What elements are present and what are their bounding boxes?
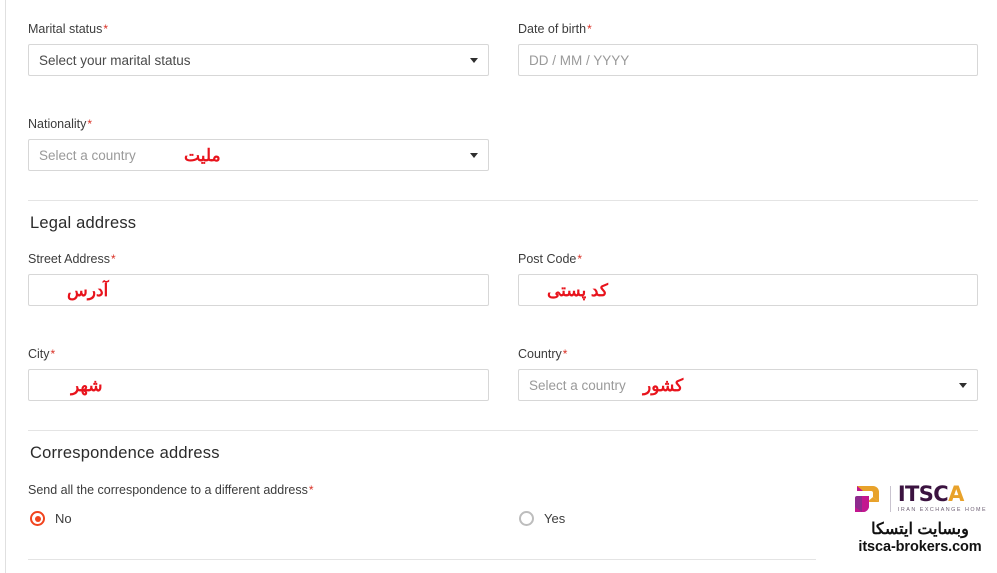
correspondence-question-text: Send all the correspondence to a differe… (28, 483, 308, 497)
itsca-accent-letter: A (948, 481, 964, 506)
street-address-label-text: Street Address (28, 252, 110, 266)
itsca-url: itsca-brokers.com (858, 539, 982, 555)
section-title-correspondence-address: Correspondence address (30, 444, 220, 462)
city-input[interactable]: شهر (28, 369, 489, 401)
country-placeholder: Select a country (529, 378, 626, 393)
post-code-input[interactable]: کد پستی (518, 274, 978, 306)
required-asterisk: * (308, 483, 314, 497)
city-label-text: City (28, 347, 50, 361)
logo-separator (889, 486, 891, 512)
field-date-of-birth: Date of birth* DD / MM / YYYY (518, 22, 978, 76)
marital-status-value: Select your marital status (39, 53, 191, 68)
field-street-address: Street Address* آدرس (28, 252, 489, 306)
country-select[interactable]: Select a country کشور (518, 369, 978, 401)
required-asterisk: * (103, 22, 109, 36)
field-marital-status: Marital status* Select your marital stat… (28, 22, 489, 76)
itsca-wordmark-text: ITSCA (897, 481, 965, 506)
field-country: Country* Select a country کشور (518, 347, 978, 401)
nationality-select[interactable]: Select a country ملیت (28, 139, 489, 171)
panel-left-rule (5, 0, 6, 573)
radio-option-yes[interactable]: Yes (519, 511, 565, 526)
country-label: Country* (518, 347, 978, 362)
itsca-logo-icon (854, 486, 879, 512)
radio-icon-unselected[interactable] (519, 511, 534, 526)
date-of-birth-label: Date of birth* (518, 22, 978, 37)
annotation-city: شهر (71, 376, 103, 395)
correspondence-question: Send all the correspondence to a differe… (28, 483, 314, 497)
itsca-logo-row: ITSCA IRAN EXCHANGE HOME (845, 480, 995, 518)
nationality-placeholder: Select a country (39, 148, 136, 163)
date-of-birth-input[interactable]: DD / MM / YYYY (518, 44, 978, 76)
required-asterisk: * (562, 347, 568, 361)
street-address-input[interactable]: آدرس (28, 274, 489, 306)
field-post-code: Post Code* کد پستی (518, 252, 978, 306)
marital-status-label-text: Marital status (28, 22, 103, 36)
radio-option-no[interactable]: No (30, 511, 72, 526)
chevron-down-icon[interactable] (959, 383, 967, 388)
field-nationality: Nationality* Select a country ملیت (28, 117, 489, 171)
itsca-watermark: ITSCA IRAN EXCHANGE HOME وبسایت ایتسکا i… (845, 480, 995, 556)
itsca-tagline: IRAN EXCHANGE HOME (897, 506, 988, 513)
section-divider-bottom (28, 559, 816, 560)
marital-status-label: Marital status* (28, 22, 489, 37)
annotation-post-code: کد پستی (547, 281, 608, 300)
radio-label-yes: Yes (544, 511, 566, 526)
itsca-wordmark: ITSCA IRAN EXCHANGE HOME (897, 481, 988, 515)
radio-label-no: No (55, 511, 72, 526)
required-asterisk: * (587, 22, 592, 36)
marital-status-select[interactable]: Select your marital status (28, 44, 489, 76)
form-page: Marital status* Select your marital stat… (0, 0, 997, 573)
post-code-label-text: Post Code (518, 252, 577, 266)
section-divider-correspondence-address (28, 430, 978, 431)
itsca-initials: ITSC (897, 481, 949, 506)
itsca-farsi-line: وبسایت ایتسکا (871, 521, 969, 538)
nationality-label-text: Nationality (28, 117, 87, 131)
nationality-label: Nationality* (28, 117, 489, 132)
chevron-down-icon[interactable] (470, 153, 478, 158)
street-address-label: Street Address* (28, 252, 489, 267)
annotation-nationality: ملیت (184, 146, 221, 165)
city-label: City* (28, 347, 489, 362)
chevron-down-icon[interactable] (470, 58, 478, 63)
required-asterisk: * (50, 347, 56, 361)
required-asterisk: * (111, 252, 116, 266)
radio-icon-selected[interactable] (30, 511, 45, 526)
date-of-birth-label-text: Date of birth (518, 22, 587, 36)
country-label-text: Country (518, 347, 562, 361)
required-asterisk: * (577, 252, 583, 266)
annotation-country: کشور (643, 376, 684, 395)
section-title-legal-address: Legal address (30, 214, 137, 232)
field-city: City* شهر (28, 347, 489, 401)
required-asterisk: * (87, 117, 93, 131)
date-of-birth-placeholder: DD / MM / YYYY (529, 53, 630, 68)
section-divider-legal-address (28, 200, 978, 201)
annotation-street-address: آدرس (67, 281, 109, 300)
post-code-label: Post Code* (518, 252, 978, 267)
